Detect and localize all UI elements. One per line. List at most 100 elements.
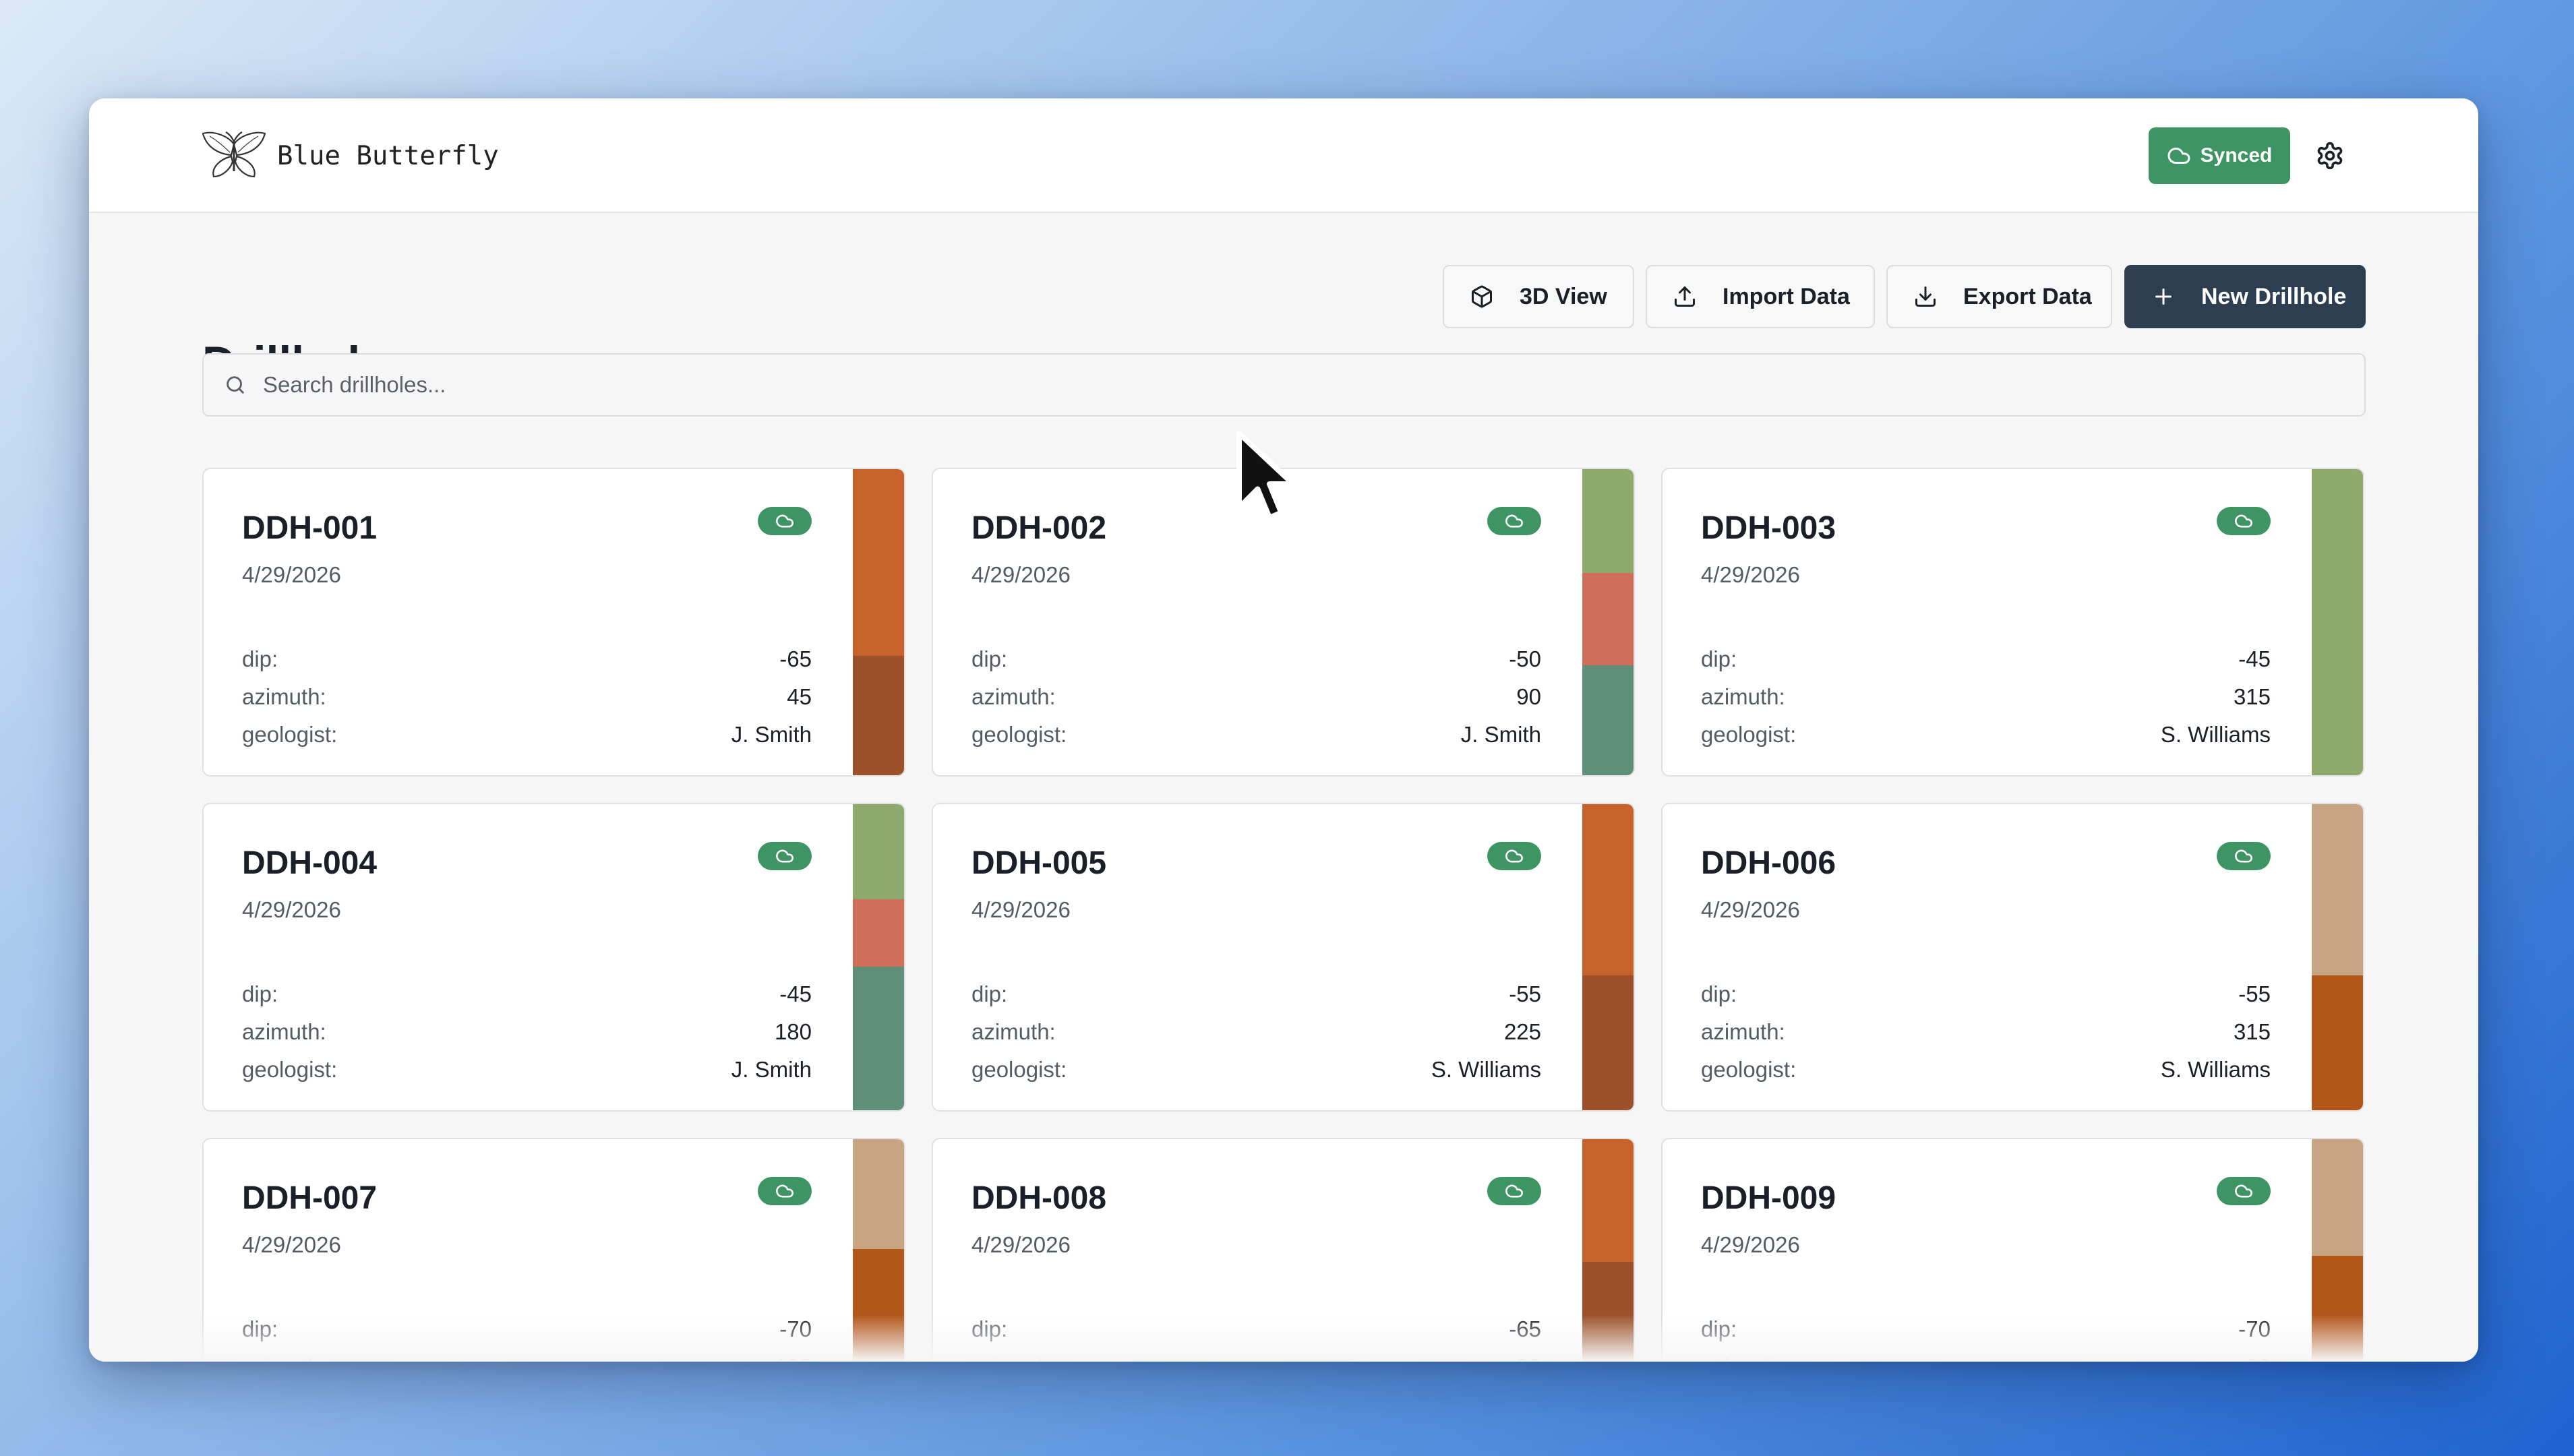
cloud-icon — [776, 1184, 794, 1198]
sync-status-label: Synced — [2200, 144, 2273, 166]
lithology-segment — [853, 804, 904, 899]
geologist-row: geologist: S. Williams — [1701, 722, 2271, 748]
lithology-strip — [2312, 804, 2363, 1110]
cloud-icon — [776, 849, 794, 863]
mouse-cursor-icon — [1236, 431, 1296, 520]
dip-row: dip: -65 — [242, 646, 812, 672]
azimuth-label: azimuth: — [1701, 684, 1785, 709]
lithology-segment — [853, 899, 904, 967]
app-name: Blue Butterfly — [277, 140, 499, 171]
drillhole-date: 4/29/2026 — [971, 1232, 1071, 1257]
azimuth-row: azimuth: 90 — [971, 684, 1541, 710]
geologist-label: geologist: — [971, 722, 1067, 747]
geologist-row: geologist: S. Williams — [1701, 1057, 2271, 1083]
download-icon — [1915, 286, 1936, 307]
scroll-fade — [89, 1314, 2478, 1362]
export-data-button[interactable]: Export Data — [1886, 265, 2112, 328]
dip-row: dip: -50 — [971, 646, 1541, 672]
drillhole-card[interactable]: DDH-004 4/29/2026 dip: -45 azimuth: 180 geolog… — [202, 803, 905, 1112]
geologist-row: geologist: J. Smith — [242, 722, 812, 748]
drillhole-date: 4/29/2026 — [971, 562, 1071, 587]
import-data-button[interactable]: Import Data — [1646, 265, 1875, 328]
azimuth-value: 315 — [2233, 1019, 2271, 1044]
cloud-icon — [1505, 849, 1523, 863]
cloud-icon — [1505, 514, 1523, 528]
azimuth-value: 180 — [774, 1019, 812, 1044]
plus-icon — [2155, 289, 2172, 305]
lithology-segment — [1582, 573, 1634, 665]
cloud-icon — [776, 514, 794, 528]
dip-value: -55 — [2238, 981, 2271, 1006]
dip-value: -50 — [1509, 646, 1541, 671]
drillhole-card[interactable]: DDH-003 4/29/2026 dip: -45 azimuth: 315 geolog… — [1661, 468, 2364, 777]
lithology-segment — [1582, 1139, 1634, 1262]
dip-label: dip: — [242, 646, 278, 671]
geologist-row: geologist: S. Williams — [971, 1057, 1541, 1083]
geologist-value: J. Smith — [731, 722, 812, 747]
lithology-strip — [2312, 469, 2363, 775]
dip-label: dip: — [971, 646, 1008, 671]
azimuth-label: azimuth: — [242, 1019, 326, 1044]
drillhole-card[interactable]: DDH-001 4/29/2026 dip: -65 azimuth: 45 geologi… — [202, 468, 905, 777]
drillhole-id: DDH-005 — [971, 845, 1107, 881]
cloud-icon — [2235, 849, 2252, 863]
lithology-segment — [1582, 665, 1634, 775]
drillhole-id: DDH-004 — [242, 845, 378, 881]
lithology-strip — [1582, 469, 1634, 775]
geologist-value: S. Williams — [2160, 722, 2271, 747]
lithology-strip — [1582, 804, 1634, 1110]
cube-icon — [1472, 285, 1492, 308]
dip-label: dip: — [1701, 981, 1737, 1006]
cloud-icon — [2235, 1184, 2252, 1198]
gear-icon[interactable] — [2315, 141, 2345, 171]
lithology-segment — [2312, 469, 2363, 775]
search-input[interactable] — [262, 371, 2219, 398]
drillhole-id: DDH-009 — [1701, 1180, 1836, 1216]
sync-badge — [2217, 842, 2271, 870]
sync-badge — [1487, 1177, 1541, 1205]
3d-view-button[interactable]: 3D View — [1443, 265, 1634, 328]
drillhole-date: 4/29/2026 — [1701, 562, 1800, 587]
top-bar: Blue Butterfly Synced — [89, 98, 2478, 213]
geologist-label: geologist: — [1701, 722, 1797, 747]
drillhole-card[interactable]: DDH-005 4/29/2026 dip: -55 azimuth: 225 geolog… — [932, 803, 1635, 1112]
drillhole-id: DDH-008 — [971, 1180, 1107, 1216]
lithology-segment — [853, 655, 904, 775]
dip-row: dip: -45 — [242, 981, 812, 1007]
azimuth-label: azimuth: — [971, 1019, 1056, 1044]
search-bar[interactable] — [202, 353, 2366, 417]
geologist-label: geologist: — [242, 1057, 338, 1082]
drillhole-date: 4/29/2026 — [971, 897, 1071, 922]
drillhole-date: 4/29/2026 — [242, 562, 341, 587]
azimuth-value: 225 — [1503, 1019, 1541, 1044]
dip-label: dip: — [1701, 646, 1737, 671]
import-data-label: Import Data — [1723, 283, 1850, 309]
lithology-segment — [2312, 804, 2363, 976]
sync-badge — [758, 507, 812, 535]
drillhole-id: DDH-002 — [971, 510, 1107, 546]
azimuth-value: 315 — [2233, 684, 2271, 709]
dip-row: dip: -55 — [971, 981, 1541, 1007]
azimuth-label: azimuth: — [971, 684, 1056, 709]
geologist-row: geologist: J. Smith — [971, 722, 1541, 748]
lithology-segment — [2312, 975, 2363, 1110]
geologist-value: J. Smith — [731, 1057, 812, 1082]
app-logo[interactable]: Blue Butterfly — [200, 129, 499, 182]
3d-view-label: 3D View — [1520, 283, 1607, 309]
geologist-label: geologist: — [971, 1057, 1067, 1082]
dip-row: dip: -55 — [1701, 981, 2271, 1007]
new-drillhole-button[interactable]: New Drillhole — [2124, 265, 2366, 328]
dip-value: -45 — [2238, 646, 2271, 671]
lithology-segment — [1582, 975, 1634, 1110]
azimuth-row: azimuth: 315 — [1701, 1019, 2271, 1045]
drillhole-card[interactable]: DDH-006 4/29/2026 dip: -55 azimuth: 315 geolog… — [1661, 803, 2364, 1112]
geologist-label: geologist: — [1701, 1057, 1797, 1082]
butterfly-icon — [202, 131, 266, 178]
sync-badge — [2217, 1177, 2271, 1205]
geologist-label: geologist: — [242, 722, 338, 747]
dip-value: -45 — [779, 981, 812, 1006]
dip-value: -65 — [779, 646, 812, 671]
lithology-segment — [1582, 469, 1634, 574]
lithology-strip — [853, 804, 904, 1110]
sync-status-button[interactable]: Synced — [2149, 127, 2290, 184]
